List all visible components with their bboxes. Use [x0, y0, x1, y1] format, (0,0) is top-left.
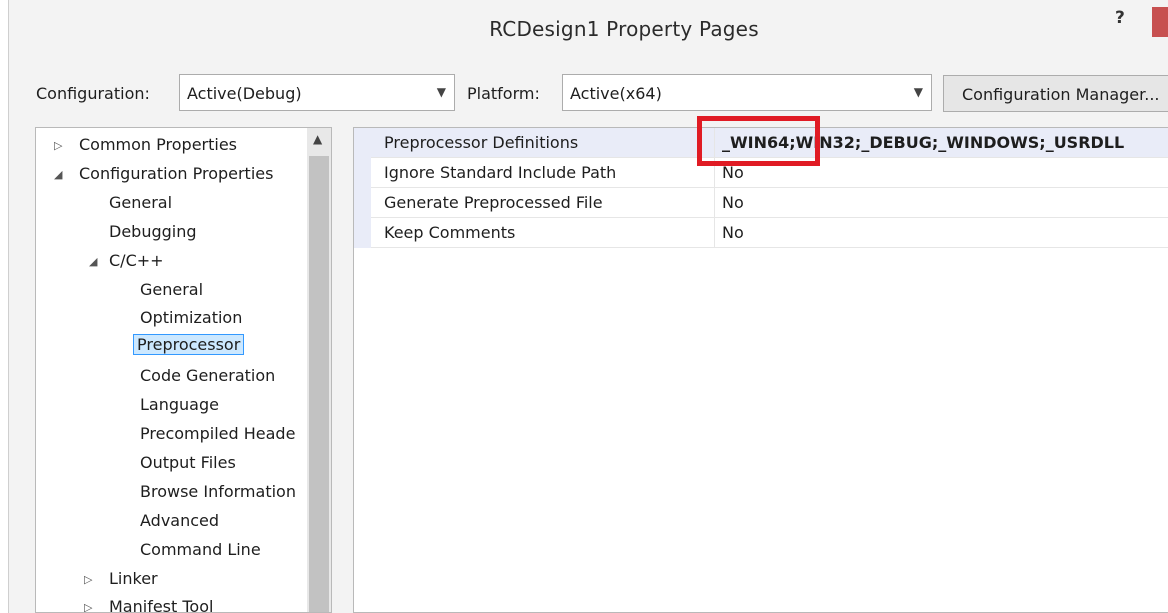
- tree-item-preprocessor[interactable]: Preprocessor: [133, 334, 245, 355]
- tree-item-command-line[interactable]: Command Line: [140, 540, 261, 559]
- tree-item-linker[interactable]: Linker: [109, 569, 158, 588]
- scrollbar-thumb[interactable]: [309, 156, 329, 612]
- configuration-manager-button[interactable]: Configuration Manager...: [943, 75, 1168, 112]
- tree-item-optimization[interactable]: Optimization: [140, 308, 242, 327]
- tree-item-advanced[interactable]: Advanced: [140, 511, 219, 530]
- row-gutter: [354, 188, 371, 218]
- tree-item-cpp-general[interactable]: General: [140, 280, 203, 299]
- property-row-generate-preprocessed-file[interactable]: Generate Preprocessed File No: [354, 188, 1168, 218]
- row-gutter: [354, 128, 371, 158]
- chevron-down-icon: ▼: [913, 85, 923, 99]
- column-divider[interactable]: [714, 218, 715, 248]
- property-grid: Preprocessor Definitions _WIN64;WIN32;_D…: [353, 127, 1168, 613]
- expand-icon[interactable]: ▷: [84, 573, 92, 586]
- collapse-icon[interactable]: ◢: [89, 255, 97, 268]
- chevron-down-icon: ▼: [436, 85, 446, 99]
- tree-item-c-cpp[interactable]: C/C++: [109, 251, 164, 270]
- tree-item-configuration-properties[interactable]: Configuration Properties: [79, 164, 273, 183]
- configuration-value: Active(Debug): [187, 84, 302, 103]
- property-name: Ignore Standard Include Path: [384, 163, 617, 182]
- property-row-keep-comments[interactable]: Keep Comments No: [354, 218, 1168, 248]
- title-bar: RCDesign1 Property Pages ?: [9, 0, 1168, 58]
- expand-icon[interactable]: ▷: [84, 601, 92, 612]
- collapse-icon[interactable]: ◢: [54, 168, 62, 181]
- platform-value: Active(x64): [570, 84, 662, 103]
- platform-dropdown[interactable]: Active(x64) ▼: [562, 74, 932, 111]
- expand-icon[interactable]: ▷: [54, 139, 62, 152]
- highlight-annotation-box: [697, 116, 820, 166]
- tree-scrollbar[interactable]: ▲: [307, 128, 331, 612]
- dialog-title: RCDesign1 Property Pages: [489, 17, 759, 41]
- tree-item-common-properties[interactable]: Common Properties: [79, 135, 237, 154]
- tree-item-browse-information[interactable]: Browse Information: [140, 482, 296, 501]
- configuration-label: Configuration:: [36, 84, 150, 103]
- tree-item-language[interactable]: Language: [140, 395, 219, 414]
- platform-label: Platform:: [467, 84, 540, 103]
- tree-item-precompiled-headers[interactable]: Precompiled Heade: [140, 424, 295, 443]
- row-gutter: [354, 158, 371, 188]
- property-name: Keep Comments: [384, 223, 516, 242]
- window-left-edge: [0, 0, 9, 613]
- column-divider[interactable]: [714, 188, 715, 218]
- property-value[interactable]: No: [722, 193, 744, 212]
- help-button[interactable]: ?: [1115, 8, 1125, 28]
- tree-item-output-files[interactable]: Output Files: [140, 453, 236, 472]
- property-pages-dialog: RCDesign1 Property Pages ? Configuration…: [0, 0, 1168, 613]
- close-button[interactable]: [1152, 7, 1168, 37]
- tree-item-manifest-tool[interactable]: Manifest Tool: [109, 597, 213, 612]
- configuration-manager-label: Configuration Manager...: [962, 85, 1160, 104]
- scroll-up-icon[interactable]: ▲: [313, 132, 322, 146]
- tree-item-code-generation[interactable]: Code Generation: [140, 366, 275, 385]
- configuration-dropdown[interactable]: Active(Debug) ▼: [179, 74, 455, 111]
- property-name: Preprocessor Definitions: [384, 133, 579, 152]
- row-gutter: [354, 218, 371, 248]
- tree-item-debugging[interactable]: Debugging: [109, 222, 197, 241]
- tree-item-general[interactable]: General: [109, 193, 172, 212]
- property-name: Generate Preprocessed File: [384, 193, 603, 212]
- property-value[interactable]: No: [722, 223, 744, 242]
- property-tree[interactable]: ▷ Common Properties ◢ Configuration Prop…: [35, 127, 332, 613]
